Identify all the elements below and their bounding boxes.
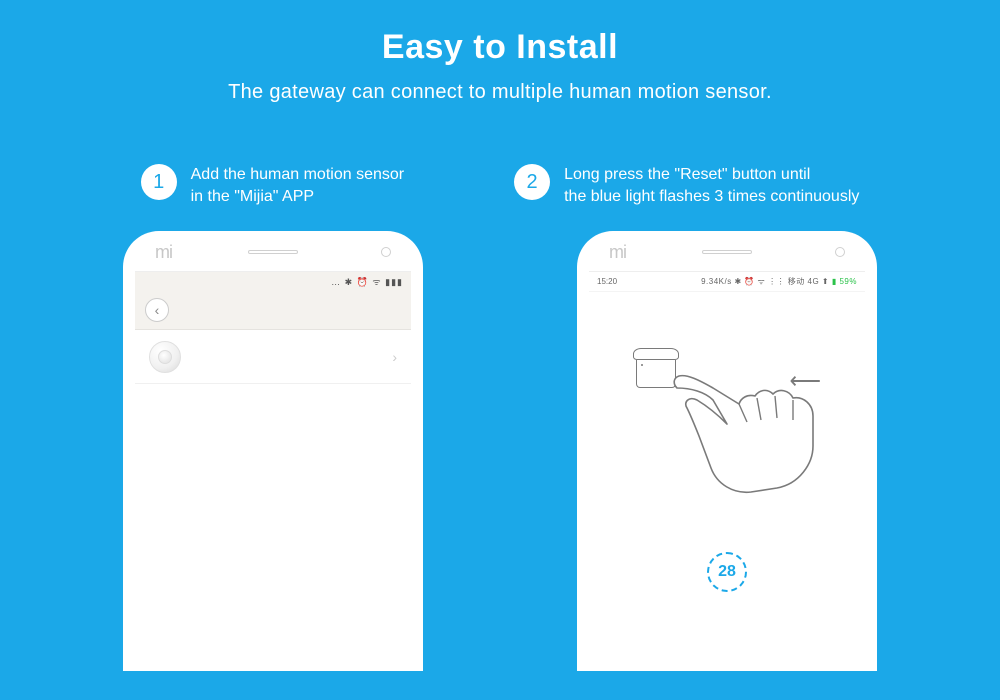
battery-icon: ▮ 59% — [832, 277, 857, 286]
step-2-text: Long press the "Reset" button until the … — [564, 164, 859, 207]
chevron-left-icon: ‹ — [155, 302, 160, 318]
page-subtitle: The gateway can connect to multiple huma… — [0, 81, 1000, 104]
steps-row: 1 Add the human motion sensor in the "Mi… — [0, 164, 1000, 207]
phones-row: mi … ✱ ⏰ ᯤ ▮▮▮ ‹ › mi — [0, 231, 1000, 671]
chevron-right-icon: › — [392, 349, 397, 365]
speaker-grille — [248, 250, 298, 254]
mi-logo: mi — [609, 242, 626, 263]
countdown-timer: 28 — [707, 552, 747, 592]
reset-illustration: ⟵ 28 — [589, 292, 865, 592]
status-bar: … ✱ ⏰ ᯤ ▮▮▮ — [135, 272, 411, 290]
status-bar: 15:20 9.34K/s ✱ ⏰ ᯤ ⋮⋮ 移动 4G ⬆ ▮ 59% — [589, 272, 865, 292]
page-title: Easy to Install — [0, 28, 1000, 67]
mi-logo: mi — [155, 242, 172, 263]
phone-2-bezel: mi — [579, 233, 875, 271]
nav-bar: ‹ — [135, 290, 411, 330]
status-indicators: 9.34K/s ✱ ⏰ ᯤ ⋮⋮ 移动 4G ⬆ ▮ 59% — [701, 276, 857, 287]
phone-1-bezel: mi — [125, 233, 421, 271]
speaker-grille — [702, 250, 752, 254]
sensor-list-item[interactable]: › — [135, 330, 411, 384]
motion-sensor-icon — [149, 341, 181, 373]
back-button[interactable]: ‹ — [145, 298, 169, 322]
status-time: 15:20 — [597, 277, 617, 286]
front-camera — [381, 247, 391, 257]
phone-2-screen: 15:20 9.34K/s ✱ ⏰ ᯤ ⋮⋮ 移动 4G ⬆ ▮ 59% ⟵ 2… — [589, 271, 865, 663]
step-2: 2 Long press the "Reset" button until th… — [514, 164, 859, 207]
pointing-hand-icon — [669, 366, 839, 496]
step-1: 1 Add the human motion sensor in the "Mi… — [141, 164, 404, 207]
phone-1-screen: … ✱ ⏰ ᯤ ▮▮▮ ‹ › — [135, 271, 411, 663]
phone-mockup-2: mi 15:20 9.34K/s ✱ ⏰ ᯤ ⋮⋮ 移动 4G ⬆ ▮ 59% … — [577, 231, 877, 671]
phone-mockup-1: mi … ✱ ⏰ ᯤ ▮▮▮ ‹ › — [123, 231, 423, 671]
step-1-number-badge: 1 — [141, 164, 177, 200]
front-camera — [835, 247, 845, 257]
step-2-number-badge: 2 — [514, 164, 550, 200]
step-1-text: Add the human motion sensor in the "Miji… — [191, 164, 404, 207]
